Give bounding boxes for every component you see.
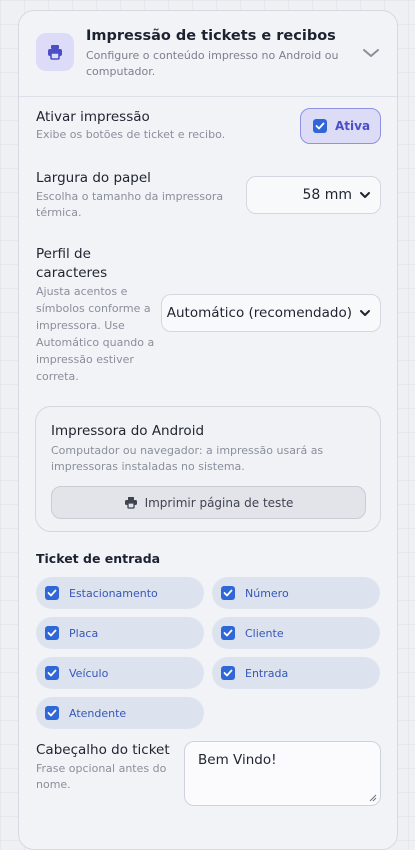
char-profile-select[interactable]: Automático (recomendado) xyxy=(161,294,381,332)
option-label: Veículo xyxy=(69,666,109,680)
char-profile-title: Perfil de caracteres xyxy=(36,246,108,281)
paper-width-value: 58 mm xyxy=(302,187,352,203)
print-test-page-button[interactable]: Imprimir página de teste xyxy=(51,486,366,519)
paper-width-select[interactable]: 58 mm xyxy=(246,176,381,214)
checkbox-checked-icon[interactable] xyxy=(313,119,327,133)
enable-print-description: Exibe os botões de ticket e recibo. xyxy=(36,128,226,141)
android-printer-description: Computador ou navegador: a impressão usa… xyxy=(51,444,324,473)
option-label: Entrada xyxy=(245,666,289,680)
entry-ticket-title: Ticket de entrada xyxy=(36,551,161,566)
chevron-down-icon xyxy=(360,192,370,198)
option-numero[interactable]: Número xyxy=(212,577,380,609)
option-label: Número xyxy=(245,586,289,600)
printer-icon xyxy=(36,33,74,71)
panel-title: Impressão de tickets e recibos xyxy=(86,28,336,44)
checkbox-checked-icon[interactable] xyxy=(45,706,59,720)
checkbox-checked-icon[interactable] xyxy=(45,586,59,600)
android-printer-title: Impressora do Android xyxy=(51,423,205,439)
option-label: Placa xyxy=(69,626,99,640)
panel-header[interactable]: Impressão de tickets e recibos Configure… xyxy=(19,11,397,97)
option-label: Cliente xyxy=(245,626,284,640)
checkbox-checked-icon[interactable] xyxy=(45,626,59,640)
option-placa[interactable]: Placa xyxy=(36,617,204,649)
paper-width-description: Escolha o tamanho da impressora térmica. xyxy=(36,190,224,219)
chevron-down-icon[interactable] xyxy=(362,46,380,60)
checkbox-checked-icon[interactable] xyxy=(221,586,235,600)
char-profile-description: Ajusta acentos e símbolos conforme a imp… xyxy=(36,285,155,383)
print-settings-panel: Impressão de tickets e recibos Configure… xyxy=(18,10,398,850)
ticket-header-value: Bem Vindo! xyxy=(198,752,277,768)
resize-handle-icon[interactable] xyxy=(369,794,377,802)
toggle-label: Ativa xyxy=(335,119,371,133)
ticket-header-textarea[interactable]: Bem Vindo! xyxy=(184,741,381,806)
ticket-header-title: Cabeçalho do ticket xyxy=(36,742,170,758)
option-estacionamento[interactable]: Estacionamento xyxy=(36,577,204,609)
panel-subtitle: Configure o conteúdo impresso no Android… xyxy=(86,49,339,78)
option-entrada[interactable]: Entrada xyxy=(212,657,380,689)
checkbox-checked-icon[interactable] xyxy=(221,626,235,640)
option-veiculo[interactable]: Veículo xyxy=(36,657,204,689)
paper-width-title: Largura do papel xyxy=(36,170,151,186)
option-atendente[interactable]: Atendente xyxy=(36,697,204,729)
char-profile-value: Automático (recomendado) xyxy=(166,305,352,321)
checkbox-checked-icon[interactable] xyxy=(45,666,59,680)
android-printer-card: Impressora do Android Computador ou nave… xyxy=(35,406,381,532)
checkbox-checked-icon[interactable] xyxy=(221,666,235,680)
chevron-down-icon xyxy=(360,310,370,316)
option-label: Atendente xyxy=(69,706,127,720)
print-test-page-label: Imprimir página de teste xyxy=(144,495,294,510)
option-cliente[interactable]: Cliente xyxy=(212,617,380,649)
ticket-header-description: Frase opcional antes do nome. xyxy=(36,762,167,791)
option-label: Estacionamento xyxy=(69,586,158,600)
enable-print-toggle[interactable]: Ativa xyxy=(300,108,381,144)
printer-icon xyxy=(124,497,137,509)
enable-print-title: Ativar impressão xyxy=(36,109,150,125)
